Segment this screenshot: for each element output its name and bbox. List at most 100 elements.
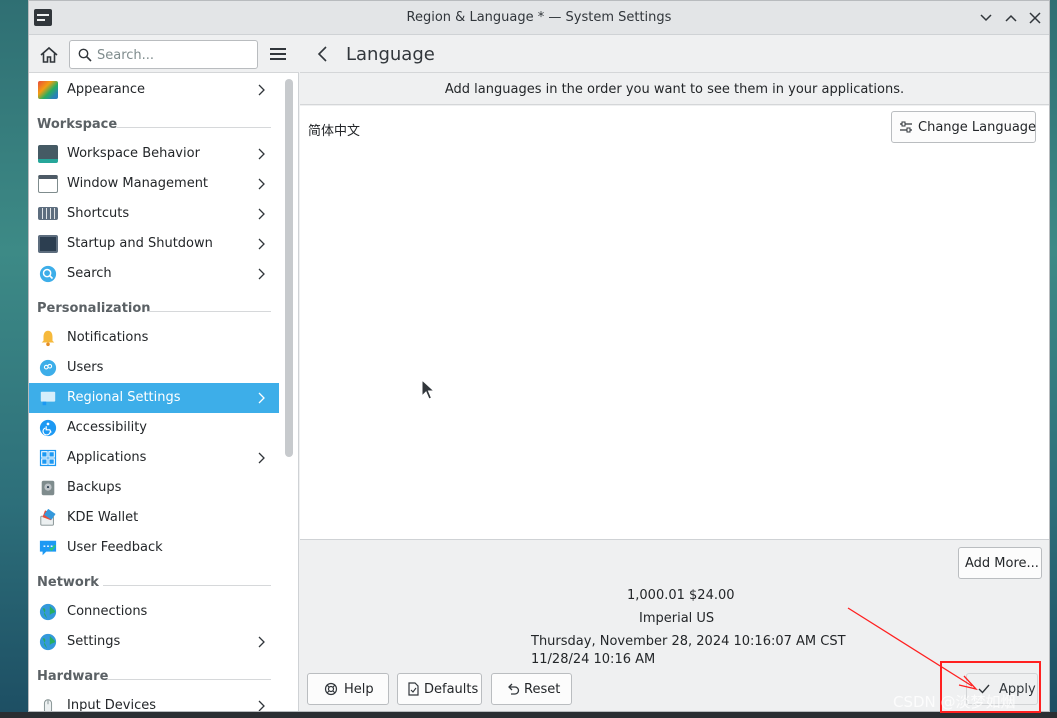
sidebar-item-search[interactable]: Search bbox=[29, 259, 279, 289]
sidebar-item-shortcuts[interactable]: Shortcuts bbox=[29, 199, 279, 229]
sidebar-header bbox=[29, 35, 299, 73]
bell-icon bbox=[41, 330, 55, 347]
category-divider bbox=[107, 679, 271, 680]
measurement-example: Imperial US bbox=[639, 611, 715, 626]
sidebar-item-label: Shortcuts bbox=[67, 206, 130, 221]
short-date-example: 11/28/24 10:16 AM bbox=[531, 652, 656, 667]
document-icon bbox=[408, 682, 419, 696]
defaults-button[interactable]: Defaults bbox=[397, 673, 482, 705]
desktop-background bbox=[0, 0, 28, 718]
language-item[interactable]: 简体中文 bbox=[308, 120, 360, 139]
sidebar-item-accessibility[interactable]: Accessibility bbox=[29, 413, 279, 443]
sidebar-list: Appearance Workspace Workspace Behavior … bbox=[29, 74, 283, 711]
close-icon bbox=[1029, 12, 1041, 24]
button-label: Change Language bbox=[918, 120, 1037, 135]
chevron-right-icon bbox=[258, 268, 265, 280]
help-button[interactable]: Help bbox=[307, 673, 389, 705]
window-management-icon bbox=[38, 175, 58, 193]
mouse-cursor-icon bbox=[421, 379, 435, 400]
category-label: Network bbox=[37, 575, 99, 590]
button-label: Defaults bbox=[424, 682, 479, 697]
users-icon bbox=[39, 359, 57, 377]
sidebar-item-network-settings[interactable]: Settings bbox=[29, 627, 279, 657]
regional-icon bbox=[40, 391, 56, 406]
chevron-up-icon bbox=[1005, 14, 1017, 22]
sidebar-item-window-management[interactable]: Window Management bbox=[29, 169, 279, 199]
back-button[interactable] bbox=[314, 45, 332, 63]
sidebar-item-startup-and-shutdown[interactable]: Startup and Shutdown bbox=[29, 229, 279, 259]
reset-button[interactable]: Reset bbox=[491, 673, 572, 705]
undo-icon bbox=[508, 683, 520, 695]
sidebar-item-notifications[interactable]: Notifications bbox=[29, 323, 279, 353]
lifebuoy-icon bbox=[324, 682, 338, 696]
sidebar-item-input-devices[interactable]: Input Devices bbox=[29, 691, 279, 711]
sidebar-item-backups[interactable]: Backups bbox=[29, 473, 279, 503]
add-more-button[interactable]: Add More... bbox=[958, 547, 1042, 579]
sidebar-item-label: Connections bbox=[67, 604, 148, 619]
globe-icon bbox=[39, 633, 57, 651]
category-divider bbox=[147, 311, 271, 312]
title-bar[interactable]: Region & Language * — System Settings bbox=[29, 1, 1049, 35]
sidebar-item-label: User Feedback bbox=[67, 540, 163, 555]
button-label: Add More... bbox=[965, 556, 1039, 571]
wallet-icon bbox=[40, 509, 56, 526]
chevron-right-icon bbox=[258, 208, 265, 220]
minimize-button[interactable] bbox=[977, 9, 995, 27]
info-message: Add languages in the order you want to s… bbox=[300, 74, 1049, 105]
sidebar-item-label: Workspace Behavior bbox=[67, 146, 200, 161]
sliders-icon bbox=[900, 121, 912, 133]
sidebar-item-label: Input Devices bbox=[67, 698, 157, 711]
hamburger-icon-line bbox=[270, 48, 286, 50]
sidebar-item-users[interactable]: Users bbox=[29, 353, 279, 383]
main-header: Language bbox=[300, 35, 1049, 73]
close-button[interactable] bbox=[1026, 9, 1044, 27]
maximize-button[interactable] bbox=[1002, 9, 1020, 27]
chevron-down-icon bbox=[980, 14, 992, 22]
home-button[interactable] bbox=[38, 44, 60, 66]
hamburger-icon-line bbox=[270, 58, 286, 60]
category-label: Workspace bbox=[37, 117, 118, 132]
accessibility-icon bbox=[39, 419, 57, 437]
chevron-right-icon bbox=[258, 392, 265, 404]
sidebar-item-kde-wallet[interactable]: KDE Wallet bbox=[29, 503, 279, 533]
watermark: CSDN @淡梦如烟 bbox=[893, 693, 1016, 711]
hamburger-icon-line bbox=[270, 53, 286, 55]
sidebar-item-user-feedback[interactable]: User Feedback bbox=[29, 533, 279, 563]
applications-icon bbox=[39, 449, 57, 467]
chevron-left-icon bbox=[317, 46, 327, 62]
sidebar-item-label: KDE Wallet bbox=[67, 510, 139, 525]
category-divider bbox=[117, 127, 271, 128]
long-date-example: Thursday, November 28, 2024 10:16:07 AM … bbox=[531, 634, 846, 649]
sidebar-item-connections[interactable]: Connections bbox=[29, 597, 279, 627]
search-input[interactable] bbox=[97, 45, 252, 65]
button-label: Help bbox=[344, 682, 374, 697]
search-field[interactable] bbox=[69, 40, 258, 69]
hamburger-menu-button[interactable] bbox=[269, 45, 287, 63]
taskbar-edge bbox=[0, 712, 1057, 718]
sidebar-item-label: Accessibility bbox=[67, 420, 147, 435]
chevron-right-icon bbox=[258, 636, 265, 648]
sidebar-item-label: Notifications bbox=[67, 330, 149, 345]
chevron-right-icon bbox=[258, 700, 265, 711]
chevron-right-icon bbox=[258, 148, 265, 160]
magnifier-icon bbox=[78, 48, 92, 62]
appearance-icon bbox=[38, 81, 58, 99]
search-icon bbox=[39, 265, 57, 283]
category-label: Personalization bbox=[37, 301, 151, 316]
page-title: Language bbox=[346, 44, 435, 65]
window-title: Region & Language * — System Settings bbox=[406, 10, 672, 25]
sidebar-item-workspace-behavior[interactable]: Workspace Behavior bbox=[29, 139, 279, 169]
keyboard-icon bbox=[38, 207, 58, 220]
category-network: Network bbox=[37, 575, 271, 597]
sidebar-item-regional-settings[interactable]: Regional Settings bbox=[29, 383, 279, 413]
mouse-icon bbox=[43, 699, 53, 711]
sidebar-item-label: Applications bbox=[67, 450, 147, 465]
change-language-button[interactable]: Change Language bbox=[891, 111, 1036, 143]
backup-icon bbox=[41, 480, 55, 496]
startup-icon bbox=[38, 235, 58, 253]
sidebar-item-appearance[interactable]: Appearance bbox=[29, 75, 279, 105]
sidebar-scrollbar[interactable] bbox=[285, 79, 293, 457]
sidebar-item-applications[interactable]: Applications bbox=[29, 443, 279, 473]
chevron-right-icon bbox=[258, 238, 265, 250]
language-list: 简体中文 Change Language bbox=[300, 106, 1049, 540]
